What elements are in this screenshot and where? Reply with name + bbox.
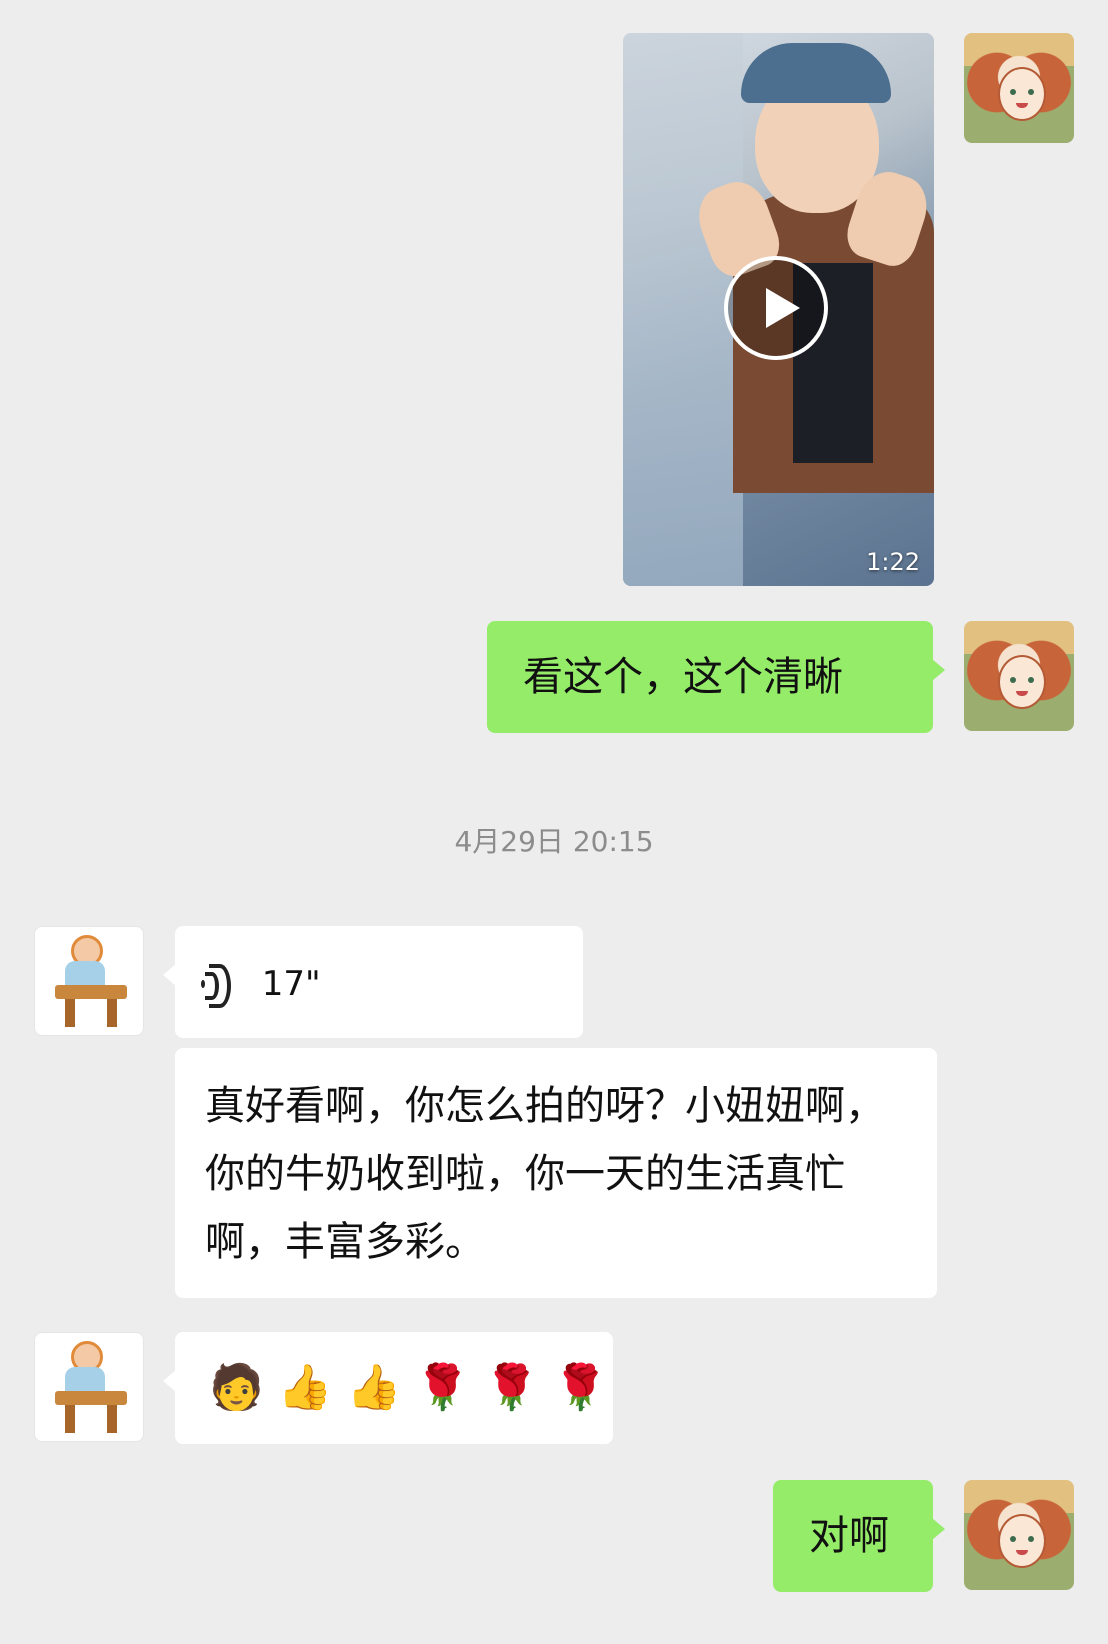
emoji-rose: 🌹 (552, 1362, 608, 1413)
emoji-person: 🧑 (209, 1362, 264, 1413)
avatar-face (998, 1514, 1046, 1568)
received-text-bubble[interactable]: 真好看啊，你怎么拍的呀？小妞妞啊，你的牛奶收到啦，你一天的生活真忙啊，丰富多彩。 (175, 1048, 937, 1298)
my-avatar[interactable] (964, 33, 1074, 143)
emoji-thumbs-up: 👍 (346, 1362, 402, 1413)
my-avatar[interactable] (964, 621, 1074, 731)
voice-message-bubble[interactable]: 17" (163, 926, 583, 1038)
my-avatar[interactable] (964, 1480, 1074, 1590)
emoji-rose: 🌹 (484, 1362, 539, 1413)
voice-duration: 17" (261, 964, 321, 1004)
message-text: 看这个，这个清晰 (523, 654, 843, 700)
play-icon[interactable] (724, 256, 828, 360)
avatar-face (998, 67, 1046, 121)
sent-text-bubble[interactable]: 看这个，这个清晰 (487, 621, 945, 733)
voice-wave-icon (199, 964, 235, 1008)
message-text: 真好看啊，你怎么拍的呀？小妞妞啊，你的牛奶收到啦，你一天的生活真忙啊，丰富多彩。 (205, 1083, 885, 1265)
emoji-thumbs-up: 👍 (277, 1362, 333, 1413)
message-text: 对啊 (809, 1513, 889, 1559)
avatar-face (998, 655, 1046, 709)
sent-text-bubble[interactable]: 对啊 (773, 1480, 945, 1592)
contact-avatar[interactable] (34, 1332, 144, 1442)
video-thumbnail-cap (741, 43, 891, 103)
video-message[interactable]: 1:22 (623, 33, 934, 586)
emoji-row: 🧑 👍 👍 🌹 🌹 🌹 (209, 1360, 608, 1416)
contact-avatar[interactable] (34, 926, 144, 1036)
emoji-message-bubble[interactable]: 🧑 👍 👍 🌹 🌹 🌹 (163, 1332, 613, 1444)
chat-timestamp: 4月29日 20:15 (454, 825, 654, 858)
video-duration: 1:22 (866, 548, 920, 576)
emoji-rose: 🌹 (415, 1362, 471, 1413)
